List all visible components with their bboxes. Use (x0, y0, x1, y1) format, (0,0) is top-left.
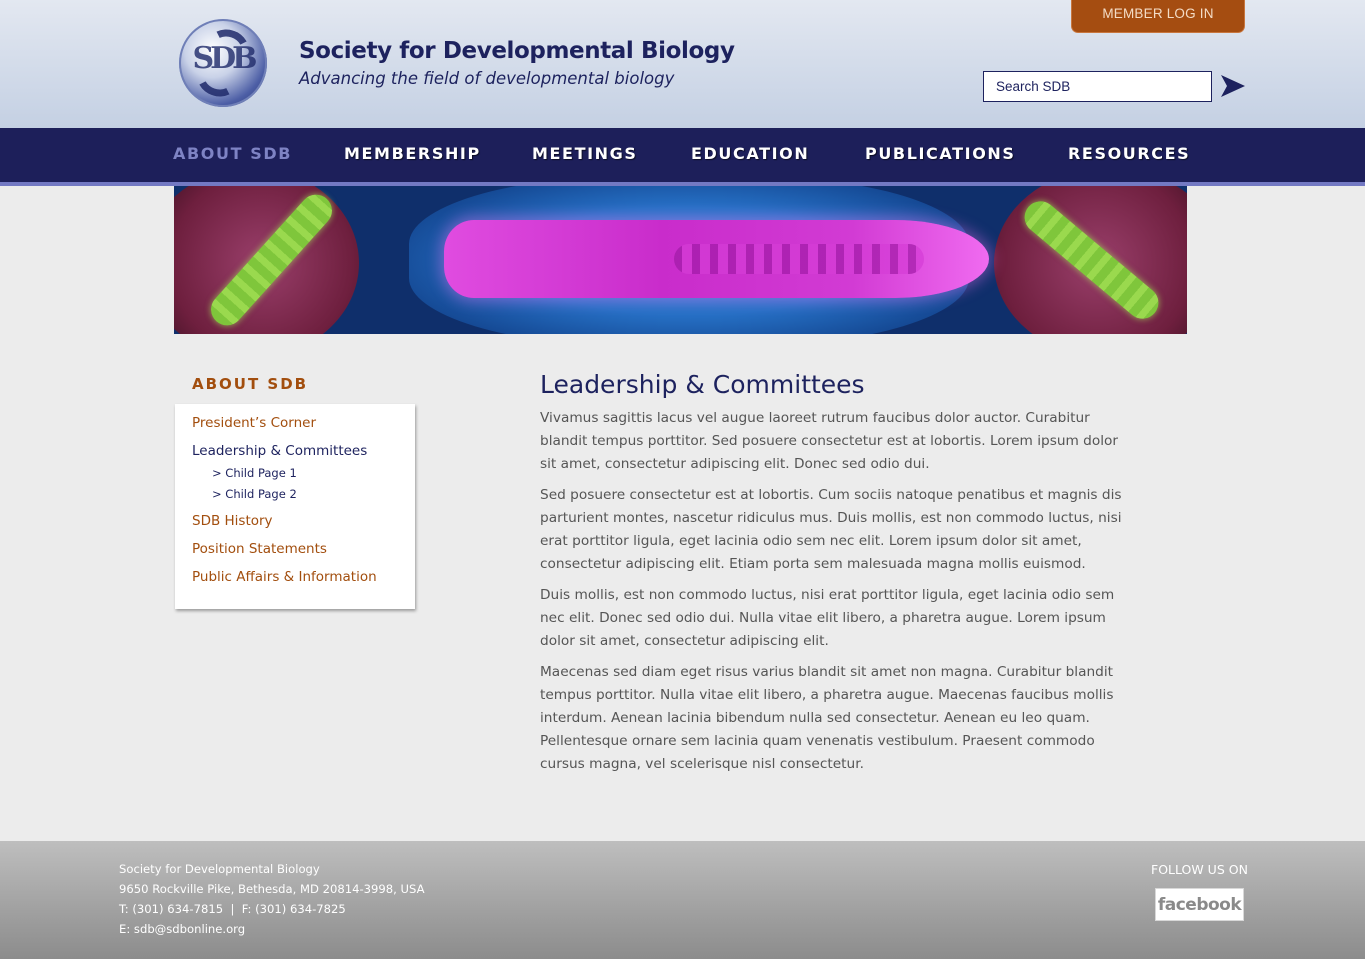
sidebar-item-position-statements[interactable]: Position Statements (192, 541, 327, 557)
member-login-button[interactable]: MEMBER LOG IN (1071, 0, 1245, 33)
follow-us-label: FOLLOW US ON (1151, 862, 1248, 877)
footer-phone-fax: T: (301) 634-7815 | F: (301) 634-7825 (119, 902, 346, 916)
nav-item-meetings[interactable]: MEETINGS (532, 144, 638, 164)
page-title: Leadership & Committees (540, 370, 865, 399)
search-submit-arrow-icon[interactable] (1221, 75, 1245, 97)
footer-address: 9650 Rockville Pike, Bethesda, MD 20814-… (119, 882, 425, 896)
search-input[interactable] (983, 71, 1212, 102)
sidebar-child-page-1[interactable]: > Child Page 1 (212, 466, 297, 480)
sidebar-item-leadership-committees[interactable]: Leadership & Committees (192, 443, 367, 459)
sidebar-item-presidents-corner[interactable]: President’s Corner (192, 415, 316, 431)
content-paragraph: Maecenas sed diam eget risus varius blan… (540, 664, 1114, 772)
content-paragraph: Duis mollis, est non commodo luctus, nis… (540, 587, 1115, 649)
nav-item-about-sdb[interactable]: ABOUT SDB (173, 144, 292, 164)
nav-item-publications[interactable]: PUBLICATIONS (865, 144, 1016, 164)
footer-org-name: Society for Developmental Biology (119, 862, 320, 876)
footer-email[interactable]: E: sdb@sdbonline.org (119, 922, 245, 936)
logo-monogram: SDB (192, 41, 257, 76)
sdb-logo[interactable]: SDB (179, 19, 267, 107)
sidebar-child-page-2[interactable]: > Child Page 2 (212, 487, 297, 501)
nav-item-resources[interactable]: RESOURCES (1068, 144, 1190, 164)
nav-item-membership[interactable]: MEMBERSHIP (344, 144, 481, 164)
sidebar-item-public-affairs[interactable]: Public Affairs & Information (192, 569, 377, 585)
sidebar-heading: ABOUT SDB (192, 375, 309, 393)
content-paragraph: Vivamus sagittis lacus vel augue laoreet… (540, 410, 1119, 472)
sidebar-item-sdb-history[interactable]: SDB History (192, 513, 273, 529)
site-tagline: Advancing the field of developmental bio… (299, 69, 675, 88)
facebook-button[interactable]: facebook (1155, 888, 1244, 921)
embryo-banner-image (174, 186, 1187, 334)
site-title[interactable]: Society for Developmental Biology (299, 38, 735, 64)
banner-center-magenta-embryo (444, 220, 989, 298)
content-paragraph: Sed posuere consectetur est at lobortis.… (540, 487, 1122, 572)
nav-item-education[interactable]: EDUCATION (691, 144, 809, 164)
